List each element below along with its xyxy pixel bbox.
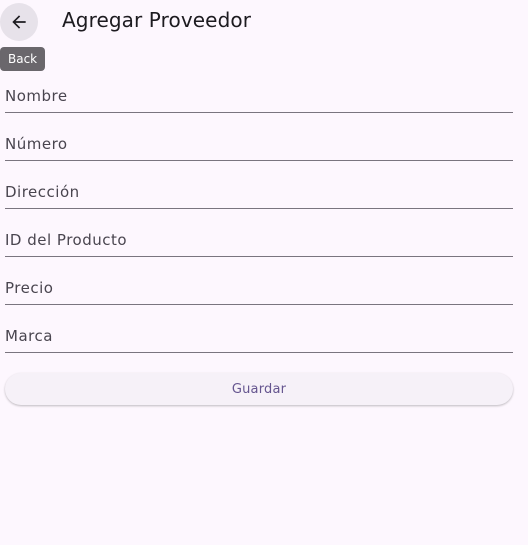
price-field-container bbox=[5, 257, 513, 305]
app-screen: Agregar Proveedor Back Guardar bbox=[0, 0, 528, 545]
back-button[interactable] bbox=[0, 3, 38, 41]
arrow-left-icon bbox=[9, 12, 29, 32]
brand-field[interactable] bbox=[5, 305, 513, 352]
page-title: Agregar Proveedor bbox=[62, 8, 252, 32]
address-field[interactable] bbox=[5, 161, 513, 208]
product-id-field-container bbox=[5, 209, 513, 257]
number-field[interactable] bbox=[5, 113, 513, 160]
supplier-form bbox=[5, 65, 513, 353]
product-id-field[interactable] bbox=[5, 209, 513, 256]
brand-field-container bbox=[5, 305, 513, 353]
name-field-container bbox=[5, 65, 513, 113]
name-field[interactable] bbox=[5, 65, 513, 112]
save-button[interactable]: Guardar bbox=[5, 373, 513, 405]
number-field-container bbox=[5, 113, 513, 161]
address-field-container bbox=[5, 161, 513, 209]
price-field[interactable] bbox=[5, 257, 513, 304]
